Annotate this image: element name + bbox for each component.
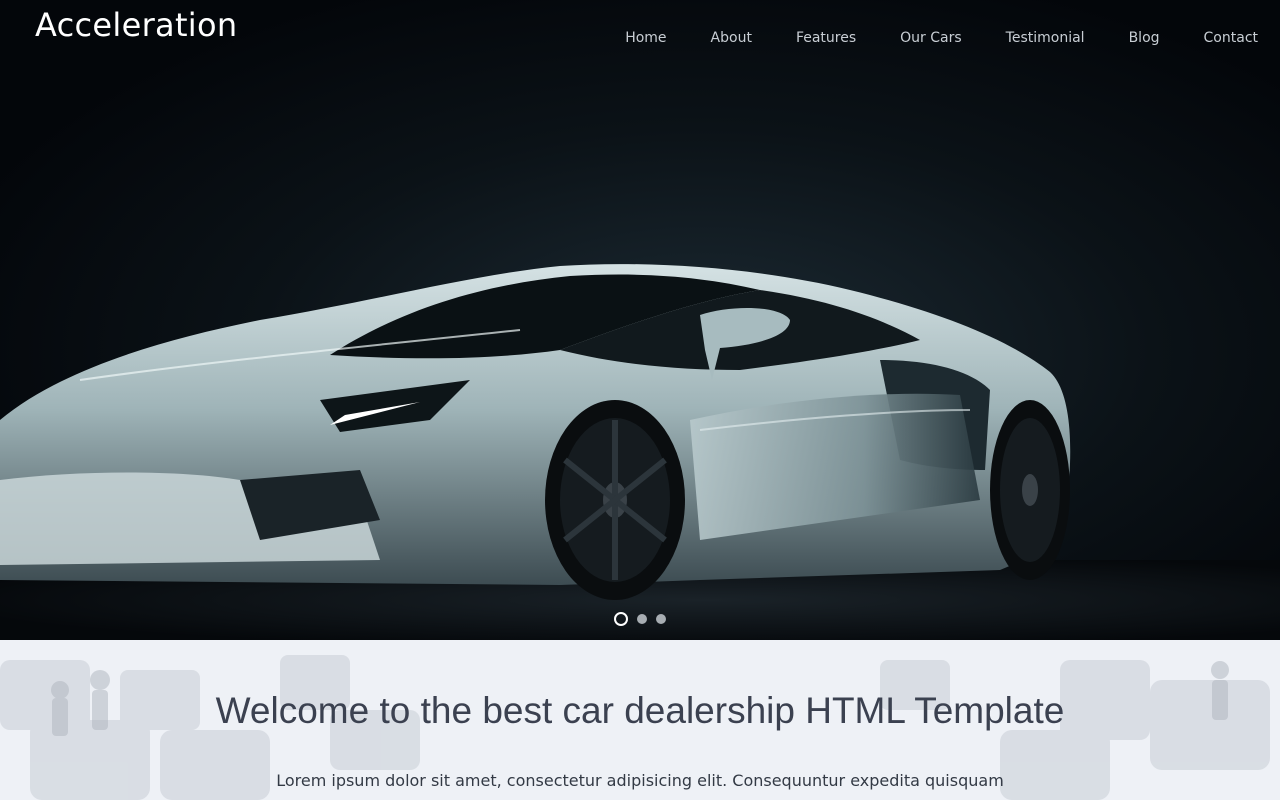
- sports-car-image: [0, 264, 1280, 640]
- nav-link-about[interactable]: About: [711, 30, 752, 46]
- slider-dot-2[interactable]: [637, 614, 647, 624]
- slider-dot-1[interactable]: [614, 612, 628, 626]
- nav-item-features: Features: [796, 27, 856, 46]
- nav-link-testimonial[interactable]: Testimonial: [1006, 30, 1085, 46]
- nav-item-blog: Blog: [1129, 27, 1160, 46]
- slider-dot-3[interactable]: [656, 614, 666, 624]
- nav-menu: Home About Features Our Cars Testimonial…: [581, 27, 1258, 46]
- nav-item-testimonial: Testimonial: [1006, 27, 1085, 46]
- nav-item-contact: Contact: [1204, 27, 1258, 46]
- nav-link-contact[interactable]: Contact: [1204, 30, 1258, 46]
- welcome-paragraph: Lorem ipsum dolor sit amet, consectetur …: [276, 771, 1004, 790]
- nav-link-blog[interactable]: Blog: [1129, 30, 1160, 46]
- nav-link-home[interactable]: Home: [625, 30, 666, 46]
- welcome-title: Welcome to the best car dealership HTML …: [215, 690, 1065, 731]
- nav-item-about: About: [711, 27, 752, 46]
- nav-link-our-cars[interactable]: Our Cars: [900, 30, 962, 46]
- nav-item-home: Home: [625, 27, 666, 46]
- welcome-section: Welcome to the best car dealership HTML …: [0, 640, 1280, 800]
- nav-link-features[interactable]: Features: [796, 30, 856, 46]
- brand-logo[interactable]: Acceleration: [35, 6, 237, 44]
- nav-item-our-cars: Our Cars: [900, 27, 962, 46]
- slider-pagination: [0, 612, 1280, 626]
- top-navbar: Acceleration Home About Features Our Car…: [0, 0, 1280, 72]
- hero-slider: Acceleration Home About Features Our Car…: [0, 0, 1280, 640]
